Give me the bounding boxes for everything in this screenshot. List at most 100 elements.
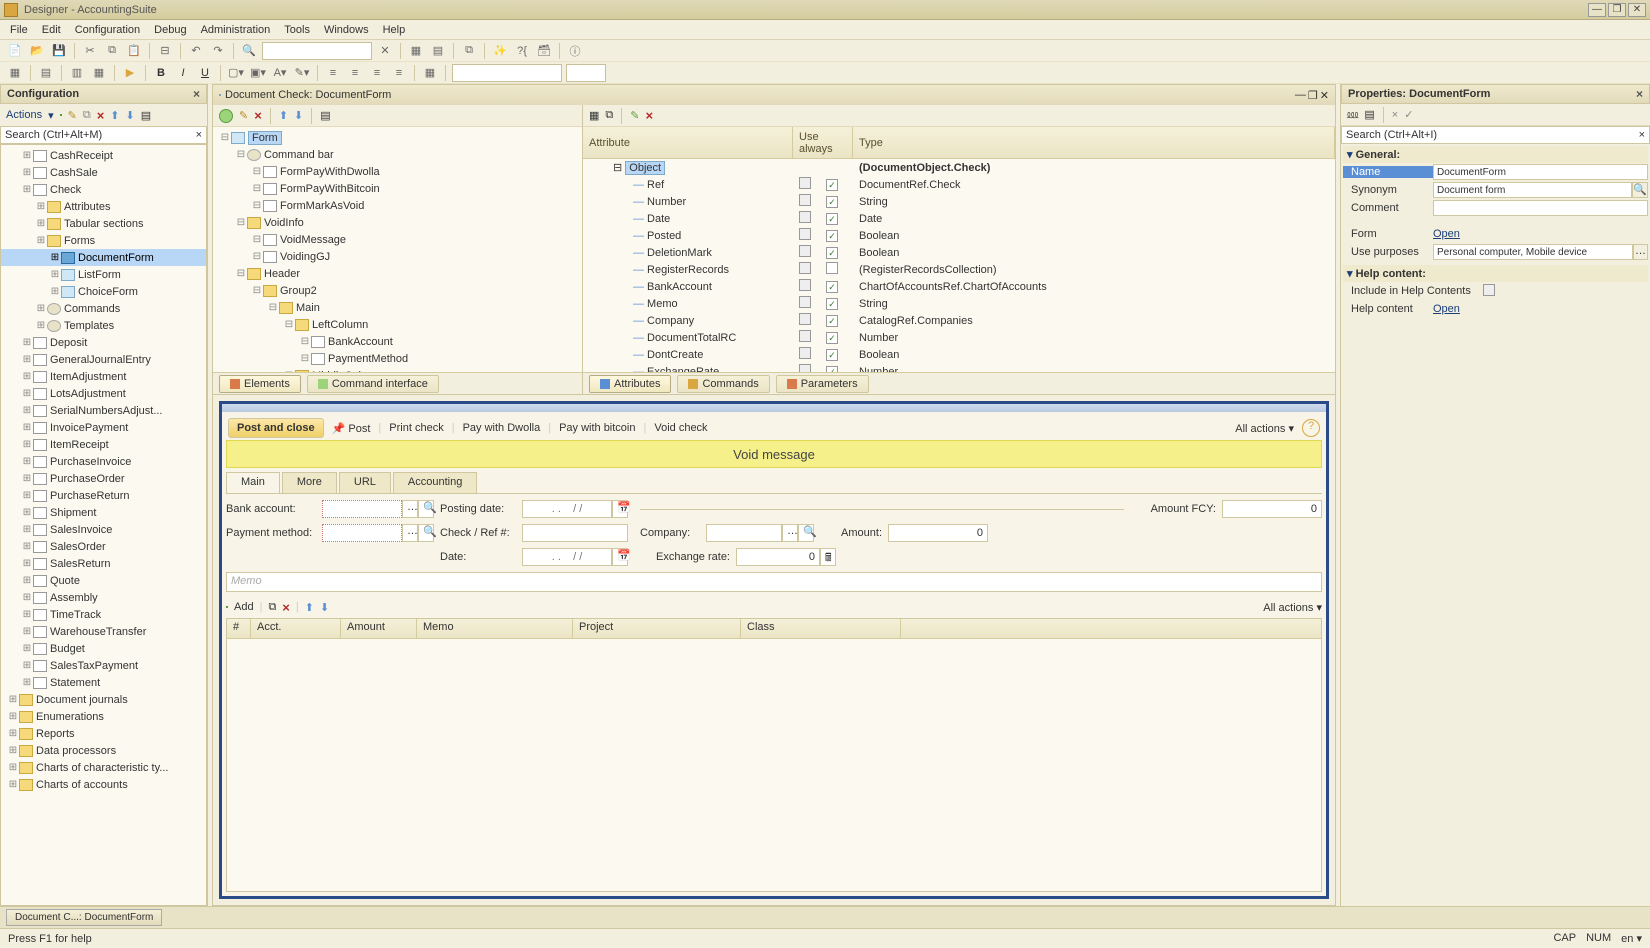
tree-item[interactable]: ⊞SalesTaxPayment bbox=[1, 657, 206, 674]
tree-item[interactable]: ⊞ItemAdjustment bbox=[1, 368, 206, 385]
attr-row[interactable]: — RegisterRecords(RegisterRecordsCollect… bbox=[583, 261, 1335, 278]
align-right-icon[interactable]: ≡ bbox=[368, 64, 386, 82]
amount-input[interactable] bbox=[888, 524, 988, 542]
form-tree-item[interactable]: ⊟VoidInfo bbox=[213, 214, 582, 231]
fontcolor-icon[interactable]: A▾ bbox=[271, 64, 289, 82]
redo-icon[interactable]: ↷ bbox=[209, 42, 227, 60]
toolbar-icon-a[interactable]: ▦ bbox=[407, 42, 425, 60]
col-memo[interactable]: Memo bbox=[417, 619, 573, 638]
tree-item[interactable]: ⊞LotsAdjustment bbox=[1, 385, 206, 402]
help-content-link[interactable]: Open bbox=[1433, 303, 1460, 315]
copy-icon-2[interactable]: ⧉ bbox=[460, 42, 478, 60]
syntax-icon[interactable]: ?{ bbox=[513, 42, 531, 60]
payment-method-input[interactable] bbox=[322, 524, 402, 542]
close-button[interactable]: ✕ bbox=[1628, 3, 1646, 17]
form-edit-icon[interactable]: ✎ bbox=[239, 109, 248, 122]
config-search[interactable]: Search (Ctrl+Alt+M)× bbox=[0, 126, 207, 144]
tree-item[interactable]: ⊞Attributes bbox=[1, 198, 206, 215]
prop-name-input[interactable] bbox=[1433, 164, 1648, 180]
align-justify-icon[interactable]: ≡ bbox=[390, 64, 408, 82]
toolbar-icon-b[interactable]: ▤ bbox=[429, 42, 447, 60]
menu-configuration[interactable]: Configuration bbox=[75, 24, 140, 36]
paste-icon[interactable]: 📋 bbox=[125, 42, 143, 60]
tree-item[interactable]: ⊞ItemReceipt bbox=[1, 436, 206, 453]
doc-min-icon[interactable]: — bbox=[1295, 89, 1306, 102]
menu-debug[interactable]: Debug bbox=[154, 24, 186, 36]
tree-item[interactable]: ⊞PurchaseInvoice bbox=[1, 453, 206, 470]
form-tree-item[interactable]: ⊟BankAccount bbox=[213, 333, 582, 350]
tree-item[interactable]: ⊞Data processors bbox=[1, 742, 206, 759]
tree-item[interactable]: ⊞Charts of characteristic ty... bbox=[1, 759, 206, 776]
attr-icon-1[interactable]: ▦ bbox=[589, 109, 599, 122]
tb2-icon-2[interactable]: ▤ bbox=[37, 64, 55, 82]
form-tree-item[interactable]: ⊟Main bbox=[213, 299, 582, 316]
underline-icon[interactable]: U bbox=[196, 64, 214, 82]
tree-item[interactable]: ⊞CashSale bbox=[1, 164, 206, 181]
attr-row[interactable]: — ExchangeRate✓Number bbox=[583, 363, 1335, 372]
menu-edit[interactable]: Edit bbox=[42, 24, 61, 36]
menu-tools[interactable]: Tools bbox=[284, 24, 310, 36]
tab-elements[interactable]: Elements bbox=[219, 375, 301, 393]
memo-input[interactable]: Memo bbox=[226, 572, 1322, 592]
attr-del-icon[interactable]: × bbox=[645, 108, 653, 123]
tree-item[interactable]: ⊞Check bbox=[1, 181, 206, 198]
form-prop-icon[interactable]: ▤ bbox=[320, 109, 330, 122]
col-amount[interactable]: Amount bbox=[341, 619, 417, 638]
prop-use-input[interactable] bbox=[1433, 244, 1633, 260]
menu-file[interactable]: File bbox=[10, 24, 28, 36]
form-tree-item[interactable]: ⊟Form bbox=[213, 129, 582, 146]
align-center-icon[interactable]: ≡ bbox=[346, 64, 364, 82]
compare-icon[interactable]: ⊟ bbox=[156, 42, 174, 60]
menu-help[interactable]: Help bbox=[383, 24, 406, 36]
preview-tab-more[interactable]: More bbox=[282, 472, 337, 493]
grid-add-button[interactable]: Add bbox=[234, 601, 254, 613]
tree-item[interactable]: ⊞ListForm bbox=[1, 266, 206, 283]
tree-item[interactable]: ⊞Quote bbox=[1, 572, 206, 589]
col-acct[interactable]: Acct. bbox=[251, 619, 341, 638]
pen-icon[interactable]: ✎▾ bbox=[293, 64, 311, 82]
play-icon[interactable]: ▶ bbox=[121, 64, 139, 82]
include-help-checkbox[interactable] bbox=[1483, 284, 1495, 296]
menu-windows[interactable]: Windows bbox=[324, 24, 369, 36]
form-tree-item[interactable]: ⊟Group2 bbox=[213, 282, 582, 299]
form-add-icon[interactable] bbox=[219, 109, 233, 123]
border-icon[interactable]: ▣▾ bbox=[249, 64, 267, 82]
pay-bitcoin-button[interactable]: Pay with bitcoin bbox=[559, 422, 635, 434]
tree-item[interactable]: ⊞Shipment bbox=[1, 504, 206, 521]
pay-dwolla-button[interactable]: Pay with Dwolla bbox=[463, 422, 541, 434]
posting-date-input[interactable] bbox=[522, 500, 612, 518]
tree-item[interactable]: ⊞Deposit bbox=[1, 334, 206, 351]
attr-row[interactable]: — Company✓CatalogRef.Companies bbox=[583, 312, 1335, 329]
cut-icon[interactable]: ✂ bbox=[81, 42, 99, 60]
sort-icon[interactable]: ▤ bbox=[141, 109, 151, 122]
new-icon[interactable]: 📄 bbox=[6, 42, 24, 60]
grid-copy-icon[interactable]: ⧉ bbox=[268, 601, 276, 614]
tree-item[interactable]: ⊞PurchaseReturn bbox=[1, 487, 206, 504]
grid-add-icon[interactable] bbox=[226, 606, 228, 608]
attributes-grid[interactable]: ⊟ Object(DocumentObject.Check)— Ref✓Docu… bbox=[583, 159, 1335, 372]
form-tree-item[interactable]: ⊟Header bbox=[213, 265, 582, 282]
size-combo[interactable] bbox=[566, 64, 606, 82]
form-tree-item[interactable]: ⊟Command bar bbox=[213, 146, 582, 163]
form-del-icon[interactable]: × bbox=[254, 108, 262, 123]
form-elements-tree[interactable]: ⊟Form⊟Command bar⊟FormPayWithDwolla⊟Form… bbox=[213, 127, 582, 372]
tb2-icon-1[interactable]: ▦ bbox=[6, 64, 24, 82]
col-project[interactable]: Project bbox=[573, 619, 741, 638]
attr-row[interactable]: — DontCreate✓Boolean bbox=[583, 346, 1335, 363]
print-check-button[interactable]: Print check bbox=[389, 422, 443, 434]
tree-item[interactable]: ⊞Assembly bbox=[1, 589, 206, 606]
form-tree-item[interactable]: ⊟VoidingGJ bbox=[213, 248, 582, 265]
form-tree-item[interactable]: ⊟LeftColumn bbox=[213, 316, 582, 333]
form-up-icon[interactable]: ⬆ bbox=[279, 109, 288, 122]
minimize-button[interactable]: — bbox=[1588, 3, 1606, 17]
wand-icon[interactable]: ✨ bbox=[491, 42, 509, 60]
grid-del-icon[interactable]: × bbox=[282, 600, 290, 615]
preview-tab-url[interactable]: URL bbox=[339, 472, 391, 493]
props-close-icon[interactable]: × bbox=[1636, 87, 1643, 101]
col-[interactable]: # bbox=[227, 619, 251, 638]
find-icon[interactable]: 🔍 bbox=[240, 42, 258, 60]
info-icon[interactable]: ⓘ bbox=[566, 42, 584, 60]
all-actions-menu[interactable]: All actions ▾ bbox=[1235, 422, 1294, 435]
open-icon[interactable]: 📂 bbox=[28, 42, 46, 60]
font-combo[interactable] bbox=[452, 64, 562, 82]
